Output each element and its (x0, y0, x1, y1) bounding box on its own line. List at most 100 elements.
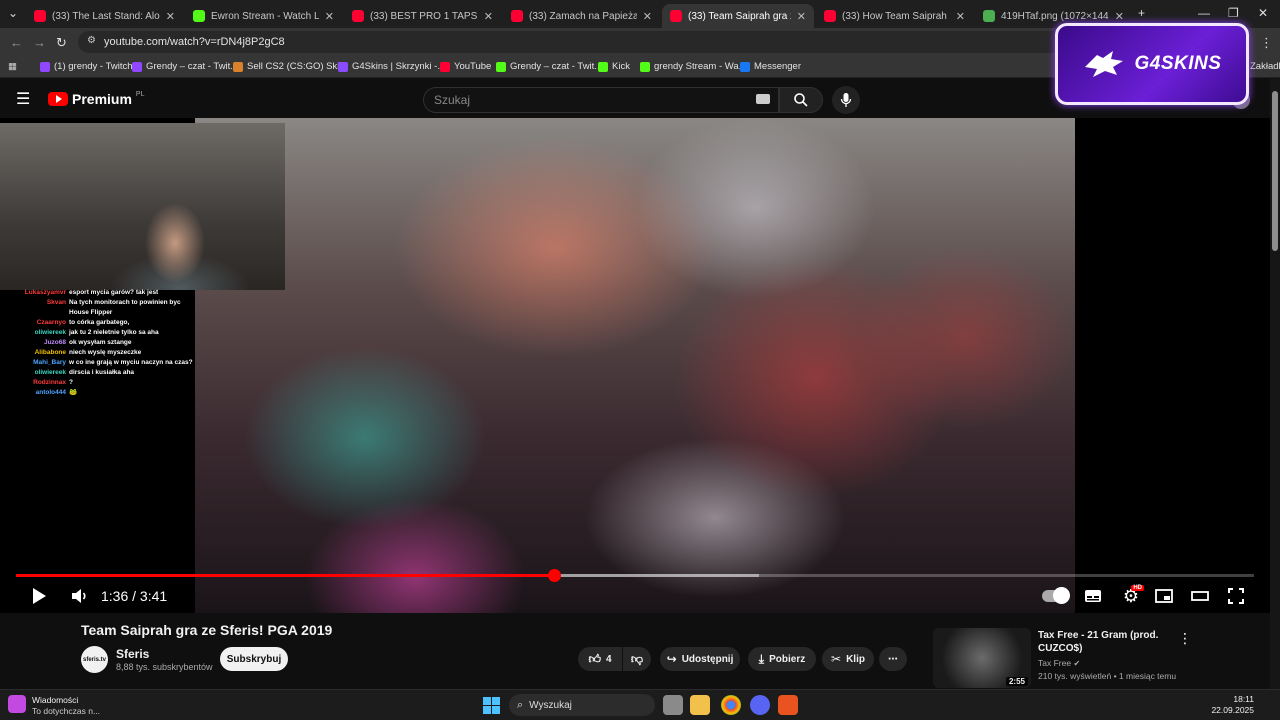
page-scrollbar[interactable] (1270, 79, 1280, 689)
bookmark-item[interactable]: Messenger (740, 61, 801, 72)
taskbar-clock[interactable]: 18:11 22.09.2025 (1211, 694, 1254, 716)
bookmark-item[interactable]: Sell CS2 (CS:GO) Ski... (233, 61, 347, 72)
bookmark-item[interactable]: grendy Stream - Wa... (640, 61, 747, 72)
bookmark-item[interactable]: Grendy – czat - Twit... (132, 61, 238, 72)
fullscreen-button[interactable] (1225, 584, 1247, 608)
browser-tab[interactable]: (33) BEST PRO 1 TAPS OF 2025 ✕ (344, 4, 501, 28)
settings-button[interactable]: ⚙ HD (1117, 584, 1145, 608)
new-tab-icon[interactable]: + (1138, 6, 1145, 20)
suggestion-channel[interactable]: Tax Free ✔ (1038, 658, 1080, 668)
bookmark-item[interactable]: (1) grendy - Twitch (40, 61, 133, 72)
suggestion-duration: 2:55 (1005, 677, 1028, 686)
tab-close-icon[interactable]: ✕ (325, 10, 334, 23)
search-input[interactable]: Szukaj (423, 87, 779, 113)
tab-close-icon[interactable]: ✕ (797, 10, 806, 23)
apps-icon[interactable]: ▦ (8, 61, 17, 72)
download-button[interactable]: ⤓ Pobierz (748, 647, 816, 671)
bookmark-favicon-icon (233, 61, 243, 72)
like-button[interactable]: 👍︎ 4 (578, 647, 622, 671)
search-placeholder: Szukaj (434, 93, 471, 107)
minimize-icon[interactable]: — (1198, 6, 1210, 20)
miniplayer-icon (1155, 589, 1173, 603)
windows-start-icon[interactable] (483, 697, 500, 714)
tab-title: (33) Team Saiprah gra ze Sferis (688, 10, 791, 22)
chrome-icon[interactable] (721, 695, 741, 715)
bookmarks-overflow[interactable]: Zakładki (1250, 61, 1280, 72)
address-url: youtube.com/watch?v=rDN4j8P2gC8 (104, 36, 285, 48)
browser-tab[interactable]: (33) Team Saiprah gra ze Sferis ✕ (662, 4, 814, 28)
g4skins-ad-overlay[interactable]: G4SKINS (1055, 23, 1249, 105)
autoplay-toggle[interactable] (1040, 584, 1070, 608)
subtitles-button[interactable] (1082, 584, 1104, 608)
bookmark-item[interactable]: G4Skins | Skrzynki -... (338, 61, 445, 72)
miniplayer-button[interactable] (1153, 584, 1175, 608)
task-view-icon[interactable] (663, 695, 683, 715)
time-display: 1:36 / 3:41 (101, 588, 167, 604)
chat-text: esport mycia garów? tak jest (69, 289, 159, 296)
hd-badge: HD (1131, 585, 1144, 591)
play-button[interactable] (28, 584, 50, 608)
taskbar-search[interactable]: ⌕ Wyszukaj (509, 694, 655, 716)
video-player[interactable]: Lukaszyamvr esport mycia garów? tak jest S… (0, 118, 1270, 613)
browser-tab[interactable]: (33) How Team Saiprah Really Plays ✕ (816, 4, 973, 28)
suggestion-menu-icon[interactable]: ⋮ (1178, 630, 1192, 647)
more-horizontal-icon: ⋯ (888, 653, 898, 665)
tab-close-icon[interactable]: ✕ (484, 10, 493, 23)
scrollbar-thumb[interactable] (1272, 91, 1278, 251)
hamburger-menu-icon[interactable]: ☰ (16, 89, 30, 109)
dislike-button[interactable]: 👎︎ (623, 647, 651, 671)
chat-text: Na tych monitorach to powinien byc House… (69, 299, 181, 316)
keyboard-icon[interactable] (756, 94, 770, 104)
browser-tab[interactable]: (33) Zamach na Papieża - YouTube ✕ (503, 4, 660, 28)
theater-mode-button[interactable] (1189, 584, 1211, 608)
app-icon[interactable] (778, 695, 798, 715)
channel-avatar[interactable]: sferis.tv (81, 646, 108, 673)
bookmark-favicon-icon (598, 61, 608, 72)
mute-button[interactable] (68, 584, 92, 608)
close-window-icon[interactable]: ✕ (1258, 6, 1268, 20)
tab-close-icon[interactable]: ✕ (643, 10, 652, 23)
news-widget-icon (8, 695, 26, 713)
file-explorer-icon[interactable] (690, 695, 710, 715)
tab-search-icon[interactable]: ⌄ (8, 6, 18, 20)
share-label: Udostępnij (681, 653, 734, 665)
browser-tab[interactable]: Ewron Stream - Watch Live on Kick ✕ (185, 4, 342, 28)
browser-tab[interactable]: (33) The Last Stand: Alone Again ✕ (26, 4, 183, 28)
tab-close-icon[interactable]: ✕ (166, 10, 175, 23)
bookmark-item[interactable]: Grendy – czat - Twit... (496, 61, 602, 72)
search-button[interactable] (779, 87, 823, 113)
youtube-logo[interactable]: Premium PL (48, 91, 144, 107)
menu-icon[interactable]: ⋮ (1260, 35, 1273, 51)
chat-text: niech wyslę myszeczke (69, 349, 142, 356)
bookmark-item[interactable]: YouTube (440, 61, 491, 72)
back-icon[interactable]: ← (10, 35, 23, 50)
reload-icon[interactable]: ↻ (56, 35, 67, 51)
tab-close-icon[interactable]: ✕ (956, 10, 965, 23)
bookmark-favicon-icon (640, 61, 650, 72)
voice-search-button[interactable] (832, 86, 860, 114)
maximize-icon[interactable]: ❐ (1228, 6, 1239, 20)
suggestion-title[interactable]: Tax Free - 21 Gram (prod. CUZCO$) (1038, 629, 1168, 655)
bookmark-favicon-icon (40, 61, 50, 72)
volume-icon (72, 589, 86, 603)
more-actions-button[interactable]: ⋯ (879, 647, 907, 671)
channel-name[interactable]: Sferis (116, 647, 149, 661)
chat-message: Rodzinnax? (0, 378, 195, 388)
news-widget[interactable]: Wiadomości To dotychczas n... (8, 695, 100, 717)
bookmark-item[interactable]: Kick (598, 61, 630, 72)
video-frame[interactable] (195, 118, 1075, 613)
windows-taskbar: Wiadomości To dotychczas n... ⌕ Wyszukaj… (0, 689, 1280, 720)
clip-button[interactable]: ✂ Klip (822, 647, 874, 671)
chat-username: Alibabone (34, 349, 66, 356)
progress-bar[interactable] (16, 569, 1254, 582)
tab-favicon-icon (670, 10, 682, 22)
forward-icon[interactable]: → (33, 35, 46, 50)
tab-close-icon[interactable]: ✕ (1115, 10, 1124, 23)
suggestion-thumbnail[interactable]: 2:55 (933, 628, 1031, 688)
subscribe-button[interactable]: Subskrybuj (220, 647, 288, 671)
share-button[interactable]: ↪ Udostępnij (660, 647, 740, 671)
subtitles-icon (1085, 590, 1101, 602)
site-info-icon[interactable]: ⚙ (87, 35, 96, 46)
discord-icon[interactable] (750, 695, 770, 715)
duration: 3:41 (139, 588, 168, 604)
